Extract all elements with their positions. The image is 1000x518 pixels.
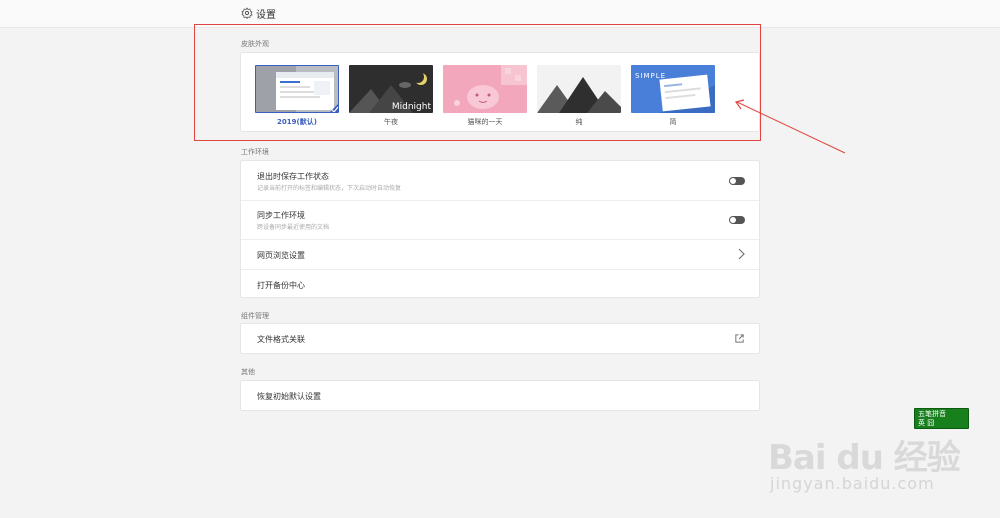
setting-row-backup[interactable]: 打开备份中心 (241, 269, 759, 298)
ime-status-text: 英 囧 (918, 419, 935, 427)
other-settings: 恢复初始默认设置 (240, 380, 760, 411)
skin-preview-pure (537, 65, 621, 113)
sync-toggle[interactable] (729, 216, 745, 224)
settings-header: 设置 (0, 0, 1000, 28)
section-label-other: 其他 (241, 368, 255, 376)
skin-thumb-midnight[interactable]: Midnight (349, 65, 433, 113)
section-label-components: 组件管理 (241, 312, 269, 320)
setting-title: 恢复初始默认设置 (257, 392, 321, 401)
skin-label-simple[interactable]: 简 (631, 117, 715, 127)
setting-title: 文件格式关联 (257, 335, 305, 344)
skin-preview-midnight: Midnight (349, 65, 433, 113)
gear-icon (241, 7, 253, 19)
skin-preview-cat (443, 65, 527, 113)
save-state-toggle[interactable] (729, 177, 745, 185)
setting-title: 网页浏览设置 (257, 251, 305, 260)
skin-label-2019[interactable]: 2019(默认) (255, 117, 339, 127)
setting-subtitle: 跨设备同步最近使用的文档 (257, 224, 330, 231)
skin-image-text-midnight: Midnight (392, 102, 432, 112)
setting-row-reset-defaults[interactable]: 恢复初始默认设置 (241, 381, 759, 410)
section-label-skins: 皮肤外观 (241, 40, 269, 48)
setting-row-web-browsing[interactable]: 网页浏览设置 (241, 239, 759, 270)
chevron-right-icon[interactable] (737, 248, 745, 260)
setting-row-sync: 同步工作环境 跨设备同步最近使用的文档 (241, 200, 759, 240)
setting-title: 同步工作环境 (257, 211, 305, 220)
skin-preview-2019 (256, 66, 338, 112)
page-title: 设置 (256, 10, 276, 21)
section-label-workspace: 工作环境 (241, 148, 269, 156)
skin-label-midnight[interactable]: 午夜 (349, 117, 433, 127)
skin-thumb-cat[interactable] (443, 65, 527, 113)
setting-row-save-state: 退出时保存工作状态 记录当前打开的标签和编辑状态，下次启动时自动恢复 (241, 161, 759, 201)
setting-subtitle: 记录当前打开的标签和编辑状态，下次启动时自动恢复 (257, 185, 402, 192)
setting-title: 退出时保存工作状态 (257, 172, 329, 181)
skin-thumb-2019[interactable] (255, 65, 339, 113)
skin-thumb-pure[interactable] (537, 65, 621, 113)
skin-label-cat[interactable]: 猫咪的一天 (443, 117, 527, 127)
workspace-settings: 退出时保存工作状态 记录当前打开的标签和编辑状态，下次启动时自动恢复 同步工作环… (240, 160, 760, 298)
skin-label-pure[interactable]: 纯 (537, 117, 621, 127)
baidu-watermark-url: jingyan.baidu.com (770, 474, 935, 493)
skin-preview-simple: SIMPLE (631, 65, 715, 113)
external-link-icon[interactable] (734, 333, 745, 344)
skin-thumb-simple[interactable]: SIMPLE (631, 65, 715, 113)
skin-image-text-simple: SIMPLE (635, 72, 666, 80)
setting-row-file-association[interactable]: 文件格式关联 (241, 324, 759, 353)
baidu-watermark-logo: Bai du 经验 (768, 438, 961, 478)
ime-status-bar[interactable]: 五笔拼音 英 囧 (914, 408, 969, 429)
setting-title: 打开备份中心 (257, 281, 305, 290)
component-settings: 文件格式关联 (240, 323, 760, 354)
ime-mode-text: 五笔拼音 (918, 410, 946, 418)
skin-picker: 2019(默认) Midnight 午夜 猫咪的一天 纯 SIMPLE 简 (240, 52, 760, 132)
